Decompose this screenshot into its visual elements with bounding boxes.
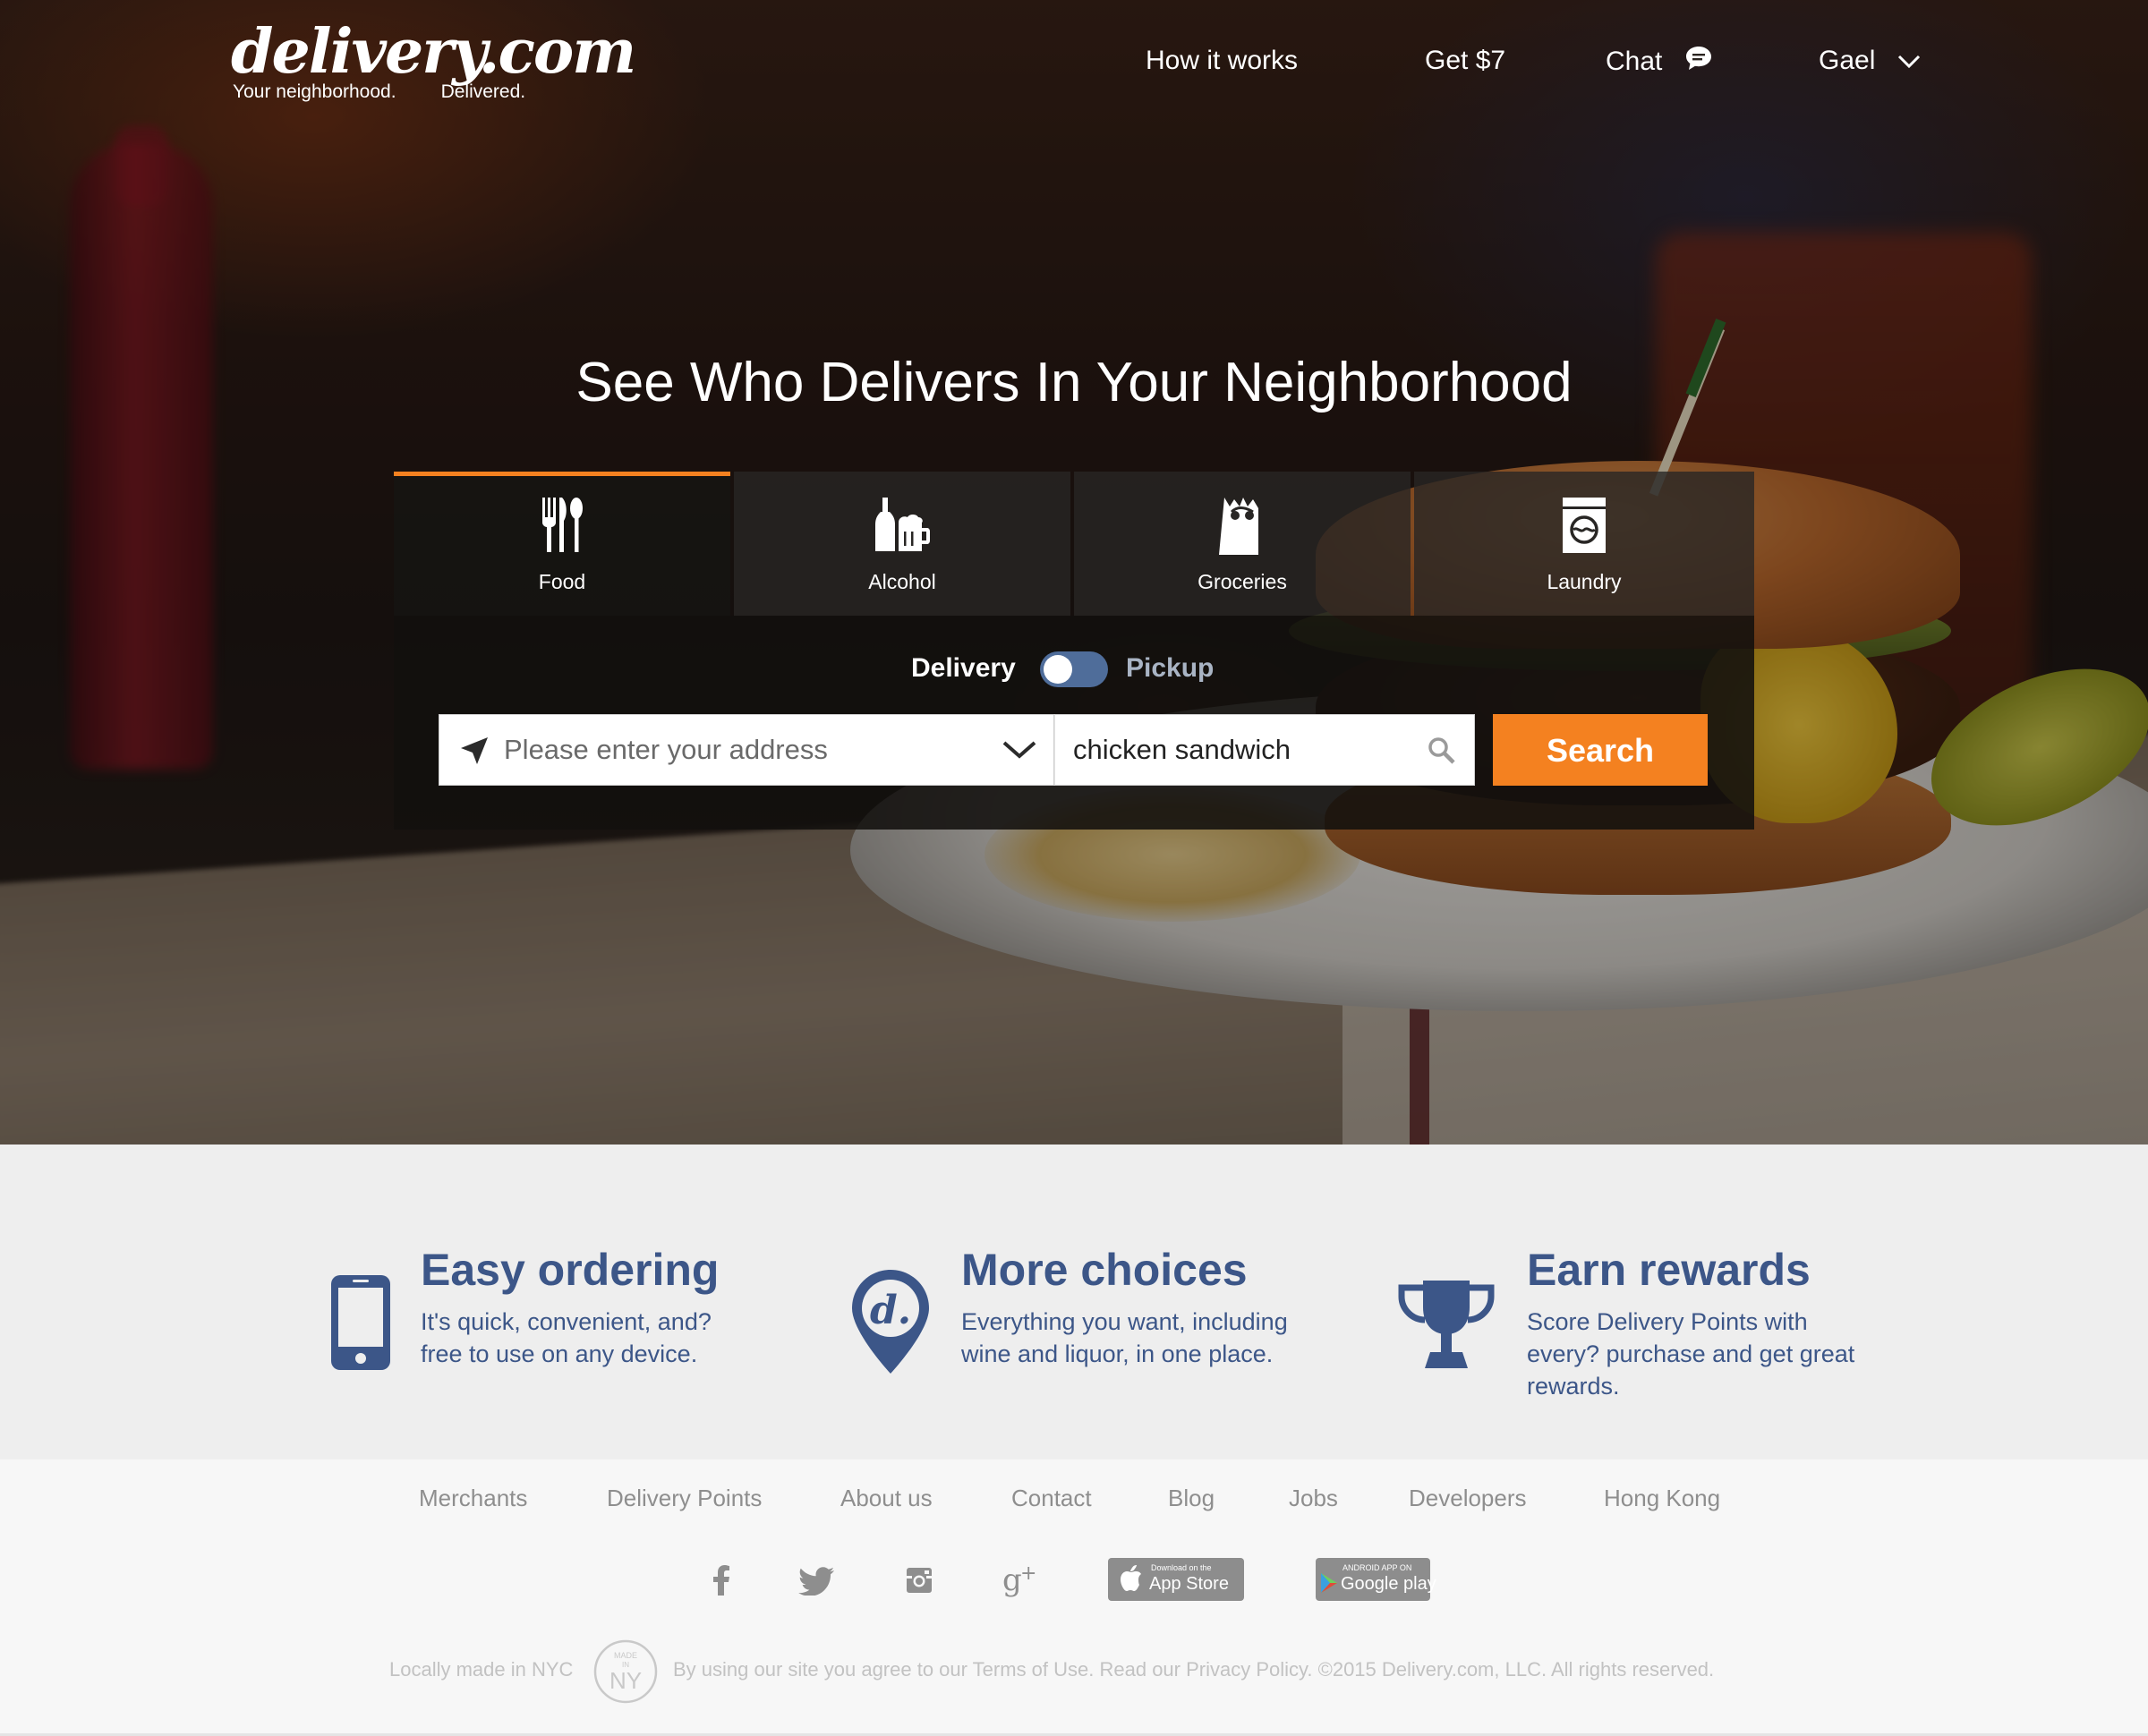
svg-text:NY: NY <box>609 1667 642 1694</box>
tab-food[interactable]: Food <box>394 472 730 616</box>
query-input[interactable] <box>1073 715 1413 785</box>
nav-user-menu[interactable]: Gael <box>1819 45 1921 89</box>
feature-description: Score Delivery Points with every? purcha… <box>1527 1308 1855 1400</box>
chevron-down-icon[interactable] <box>1002 736 1037 767</box>
feature-description: Everything you want, including wine and … <box>961 1308 1288 1367</box>
nav-chat-label: Chat <box>1606 47 1663 76</box>
facebook-icon[interactable] <box>712 1565 730 1599</box>
washing-machine-icon <box>1561 496 1607 560</box>
delivery-pickup-switch: Delivery Pickup <box>394 651 1754 696</box>
footer-link-developers[interactable]: Developers <box>1409 1485 1527 1512</box>
address-field[interactable] <box>439 714 1054 786</box>
twitter-icon[interactable] <box>798 1567 834 1599</box>
feature-title: Easy ordering <box>421 1245 720 1295</box>
nav-get-credit[interactable]: Get $7 <box>1425 45 1505 89</box>
footer-links: Merchants Delivery Points About us Conta… <box>0 1485 2148 1520</box>
trophy-icon <box>1396 1277 1496 1374</box>
query-field[interactable] <box>1054 714 1475 786</box>
tab-groceries-label: Groceries <box>1198 570 1287 593</box>
tab-food-label: Food <box>538 570 586 593</box>
hero-title: See Who Delivers In Your Neighborhood <box>575 352 1573 413</box>
search-button[interactable]: Search <box>1493 714 1708 786</box>
footer-link-hong-kong[interactable]: Hong Kong <box>1604 1485 1720 1512</box>
brand-logo[interactable]: delivery.com Your neighborhood. Delivered… <box>231 16 636 115</box>
svg-text:d.: d. <box>870 1288 911 1333</box>
apple-icon <box>1121 1565 1142 1596</box>
google-plus-icon[interactable]: g + <box>1002 1562 1038 1601</box>
location-arrow-icon[interactable] <box>459 736 490 770</box>
tab-laundry-label: Laundry <box>1547 570 1622 593</box>
chevron-down-icon <box>1897 46 1921 76</box>
logo-wordmark: delivery.com <box>231 16 636 88</box>
feature-description: It's quick, convenient, and? free to use… <box>421 1308 712 1367</box>
tab-alcohol-label: Alcohol <box>868 570 936 593</box>
tab-groceries[interactable]: Groceries <box>1074 472 1411 616</box>
legal-text: By using our site you agree to our Terms… <box>673 1658 1715 1681</box>
logo-tagline-left: Your neighborhood. <box>233 81 396 102</box>
footer-link-about-us[interactable]: About us <box>840 1485 933 1512</box>
nav-user-name: Gael <box>1819 46 1876 76</box>
tab-laundry[interactable]: Laundry <box>1414 472 1754 616</box>
feature-title: Earn rewards <box>1527 1245 1811 1295</box>
nav-chat[interactable]: Chat <box>1606 45 1713 89</box>
instagram-icon[interactable] <box>906 1567 933 1597</box>
google-play-small-text: ANDROID APP ON <box>1342 1563 1412 1572</box>
google-play-big-text: Google play <box>1341 1574 1436 1594</box>
phone-icon <box>329 1273 392 1376</box>
footer-link-contact[interactable]: Contact <box>1011 1485 1092 1512</box>
svg-text:MADE: MADE <box>614 1651 637 1660</box>
footer-link-blog[interactable]: Blog <box>1168 1485 1215 1512</box>
footer-link-merchants[interactable]: Merchants <box>419 1485 527 1512</box>
search-icon[interactable] <box>1428 736 1456 769</box>
fork-knife-spoon-icon <box>539 496 585 558</box>
feature-title: More choices <box>961 1245 1248 1295</box>
logo-tagline: Your neighborhood. Delivered. <box>233 81 525 104</box>
svg-text:g: g <box>1002 1562 1022 1597</box>
tab-alcohol[interactable]: Alcohol <box>734 472 1070 616</box>
legal-bar: Locally made in NYC MADE IN NY By using … <box>0 1638 2148 1704</box>
mode-pickup-label[interactable]: Pickup <box>1126 653 1214 684</box>
chat-bubble-icon <box>1684 45 1713 79</box>
delivery-pickup-toggle[interactable] <box>1040 651 1108 687</box>
category-tabs: Food Alcohol Groceries Laundry <box>394 472 1754 616</box>
app-store-big-text: App Store <box>1149 1574 1229 1594</box>
features-section: Easy ordering It's quick, convenient, an… <box>0 1145 2148 1459</box>
nav-get-credit-label: Get $7 <box>1425 46 1506 76</box>
grocery-bag-icon <box>1219 496 1266 560</box>
footer-link-jobs[interactable]: Jobs <box>1289 1485 1338 1512</box>
app-store-small-text: Download on the <box>1151 1563 1212 1572</box>
nav-how-it-works[interactable]: How it works <box>1146 45 1298 89</box>
nav-how-it-works-label: How it works <box>1146 46 1299 76</box>
site-footer: Merchants Delivery Points About us Conta… <box>0 1459 2148 1736</box>
address-input[interactable] <box>504 715 987 785</box>
mode-delivery-label[interactable]: Delivery <box>911 653 1016 684</box>
made-in-nyc-text: Locally made in NYC <box>389 1658 574 1681</box>
search-panel: Food Alcohol Groceries Laundry Delivery … <box>394 472 1754 830</box>
svg-text:+: + <box>1020 1562 1036 1585</box>
app-store-button[interactable]: Download on the App Store <box>1108 1558 1244 1601</box>
search-form: Delivery Pickup Search <box>394 616 1754 830</box>
footer-link-delivery-points[interactable]: Delivery Points <box>607 1485 762 1512</box>
toggle-knob <box>1044 655 1072 684</box>
logo-tagline-right: Delivered. <box>440 81 526 102</box>
google-play-button[interactable]: ANDROID APP ON Google play <box>1316 1558 1436 1601</box>
made-in-ny-badge: MADE IN NY <box>592 1638 659 1710</box>
social-links: g + Download on the App Store ANDROID APP… <box>0 1558 2148 1612</box>
bottle-mug-icon <box>874 496 931 558</box>
play-triangle-icon <box>1319 1572 1339 1598</box>
map-pin-d-icon: d. <box>850 1268 931 1380</box>
